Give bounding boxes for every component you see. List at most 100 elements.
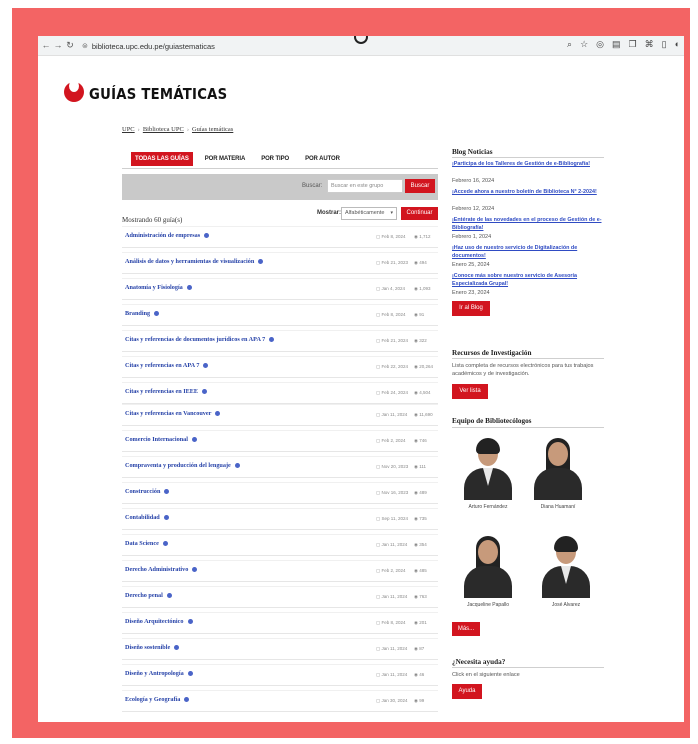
- table-row[interactable]: Ecología y Geografía ▢ Jan 30, 2024 ◉ 99: [122, 690, 438, 712]
- guide-title[interactable]: Diseño Arquitectónico: [125, 618, 193, 625]
- guide-views: ◉ 763: [414, 594, 427, 599]
- guide-title[interactable]: Diseño sostenible: [125, 644, 180, 651]
- info-icon[interactable]: [191, 437, 197, 443]
- info-icon[interactable]: [204, 233, 210, 239]
- help-divider: [452, 667, 604, 668]
- continue-button[interactable]: Continuar: [401, 207, 438, 220]
- copy-icon[interactable]: ❐: [629, 39, 637, 50]
- news-link[interactable]: ¡Entérate de las novedades en el proceso…: [452, 216, 604, 232]
- table-row[interactable]: Compraventa y producción del lenguaje ▢ N…: [122, 456, 438, 478]
- extension-icon[interactable]: ◎: [596, 39, 604, 50]
- guide-date: ▢ Jan 11, 2024: [376, 594, 408, 599]
- info-icon[interactable]: [203, 363, 209, 369]
- table-row[interactable]: Diseño sostenible ▢ Jan 11, 2024 ◉ 87: [122, 638, 438, 660]
- search-button[interactable]: Buscar: [405, 179, 435, 193]
- search-input[interactable]: Buscar en este grupo: [327, 179, 403, 193]
- table-row[interactable]: Diseño y Antropología ▢ Jan 11, 2024 ◉ 46: [122, 664, 438, 686]
- guide-title[interactable]: Data Science: [125, 540, 168, 547]
- table-row[interactable]: Análisis de datos y herramientas de visu…: [122, 252, 438, 274]
- table-row[interactable]: Citas y referencias en APA 7 ▢ Feb 22, 20…: [122, 356, 438, 378]
- tab-all-guides[interactable]: TODAS LAS GUÍAS: [131, 152, 193, 166]
- info-icon[interactable]: [192, 567, 198, 573]
- table-row[interactable]: Derecho penal ▢ Jan 11, 2024 ◉ 763: [122, 586, 438, 608]
- site-info-icon[interactable]: ⊜: [82, 42, 88, 50]
- table-row[interactable]: Contabilidad ▢ Sep 11, 2024 ◉ 735: [122, 508, 438, 530]
- news-link[interactable]: ¡Accede ahora a nuestro boletín de Bibli…: [452, 188, 604, 196]
- table-row[interactable]: Construcción ▢ Nov 16, 2023 ◉ 489: [122, 482, 438, 504]
- table-row[interactable]: Branding ▢ Feb 8, 2024 ◉ 91: [122, 304, 438, 326]
- info-icon[interactable]: [174, 645, 180, 651]
- info-icon[interactable]: [269, 337, 275, 343]
- librarian-card[interactable]: Arturo Fernández: [458, 438, 518, 510]
- table-row[interactable]: Administración de empresas ▢ Feb 8, 2024 ◉…: [122, 226, 438, 248]
- table-row[interactable]: Data Science ▢ Jan 11, 2024 ◉ 354: [122, 534, 438, 556]
- reading-list-icon[interactable]: ▤: [612, 39, 621, 50]
- guide-title[interactable]: Compraventa y producción del lenguaje: [125, 462, 240, 469]
- guide-title[interactable]: Diseño y Antropología: [125, 670, 193, 677]
- view-list-button[interactable]: Ver lista: [452, 384, 488, 399]
- guide-title[interactable]: Ecología y Geografía: [125, 696, 190, 703]
- sidebar-icon[interactable]: ▯: [662, 39, 667, 50]
- table-row[interactable]: Citas y referencias en Vancouver ▢ Jan 11…: [122, 404, 438, 426]
- upc-logo-icon[interactable]: [64, 80, 84, 102]
- table-row[interactable]: Citas y referencias de documentos jurídi…: [122, 330, 438, 352]
- guide-title[interactable]: Derecho Administrativo: [125, 566, 198, 573]
- librarian-card[interactable]: Diana Huamaní: [528, 438, 588, 510]
- info-icon[interactable]: [184, 697, 190, 703]
- table-row[interactable]: Comercio Internacional ▢ Feb 2, 2024 ◉ 746: [122, 430, 438, 452]
- news-link[interactable]: ¡Participa de los Talleres de Gestión de…: [452, 160, 604, 168]
- go-to-blog-button[interactable]: Ir al Blog: [452, 301, 490, 316]
- guide-title[interactable]: Derecho penal: [125, 592, 172, 599]
- profile-icon[interactable]: ◐: [675, 39, 680, 50]
- help-button[interactable]: Ayuda: [452, 684, 482, 699]
- puzzle-icon[interactable]: ⌘: [645, 39, 654, 50]
- guide-title[interactable]: Citas y referencias en IEEE: [125, 388, 207, 395]
- info-icon[interactable]: [201, 389, 207, 395]
- tab-by-subject[interactable]: POR MATERIA: [201, 152, 249, 166]
- tab-by-type[interactable]: POR TIPO: [257, 152, 293, 166]
- info-icon[interactable]: [164, 489, 170, 495]
- guide-title[interactable]: Anatomía y Fisiología: [125, 284, 192, 291]
- bookmark-star-icon[interactable]: ☆: [580, 39, 588, 50]
- guide-title[interactable]: Comercio Internacional: [125, 436, 197, 443]
- table-row[interactable]: Anatomía y Fisiología ▢ Jan 4, 2024 ◉ 1,09…: [122, 278, 438, 300]
- guide-title[interactable]: Citas y referencias de documentos jurídi…: [125, 336, 275, 343]
- librarian-card[interactable]: José Alvarez: [536, 536, 596, 608]
- guide-title[interactable]: Citas y referencias en APA 7: [125, 362, 209, 369]
- site-title[interactable]: GUÍAS TEMÁTICAS: [89, 85, 227, 103]
- breadcrumb: UPC › Biblioteca UPC › Guías temáticas: [122, 126, 234, 133]
- guide-title[interactable]: Administración de empresas: [125, 232, 210, 239]
- table-row[interactable]: Diseño Arquitectónico ▢ Feb 8, 2024 ◉ 201: [122, 612, 438, 634]
- info-icon[interactable]: [162, 541, 168, 547]
- news-link[interactable]: ¡Haz uso de nuestro servicio de Digitali…: [452, 244, 604, 260]
- more-librarians-button[interactable]: Más...: [452, 622, 480, 636]
- news-link[interactable]: ¡Conoce más sobre nuestro servicio de As…: [452, 272, 604, 288]
- table-row[interactable]: Derecho Administrativo ▢ Feb 2, 2024 ◉ 485: [122, 560, 438, 582]
- guide-title[interactable]: Branding: [125, 310, 160, 317]
- address-bar[interactable]: ⊜ biblioteca.upc.edu.pe/guiastematicas: [82, 39, 522, 53]
- guide-title[interactable]: Citas y referencias en Vancouver: [125, 410, 221, 417]
- zoom-icon[interactable]: ⌕: [567, 39, 572, 50]
- breadcrumb-biblioteca[interactable]: Biblioteca UPC: [143, 126, 184, 133]
- info-icon[interactable]: [154, 311, 160, 317]
- arrow-left-icon[interactable]: ←: [40, 40, 52, 50]
- info-icon[interactable]: [234, 463, 240, 469]
- info-icon[interactable]: [186, 285, 192, 291]
- info-icon[interactable]: [187, 619, 193, 625]
- table-row[interactable]: Citas y referencias en IEEE ▢ Feb 24, 202…: [122, 382, 438, 404]
- tab-by-author[interactable]: POR AUTOR: [301, 152, 344, 166]
- librarian-card[interactable]: Jacqueline Papallo: [458, 536, 518, 608]
- info-icon[interactable]: [166, 593, 172, 599]
- info-icon[interactable]: [187, 671, 193, 677]
- guide-title[interactable]: Construcción: [125, 488, 170, 495]
- guide-title[interactable]: Contabilidad: [125, 514, 169, 521]
- sort-select[interactable]: Alfabéticamente ▾: [341, 207, 397, 220]
- reload-icon[interactable]: ↻: [64, 40, 76, 51]
- breadcrumb-guias[interactable]: Guías temáticas: [192, 126, 233, 133]
- breadcrumb-upc[interactable]: UPC: [122, 126, 135, 133]
- info-icon[interactable]: [163, 515, 169, 521]
- info-icon[interactable]: [215, 411, 221, 417]
- arrow-right-icon[interactable]: →: [52, 40, 64, 50]
- guide-title[interactable]: Análisis de datos y herramientas de visu…: [125, 258, 264, 265]
- info-icon[interactable]: [258, 259, 264, 265]
